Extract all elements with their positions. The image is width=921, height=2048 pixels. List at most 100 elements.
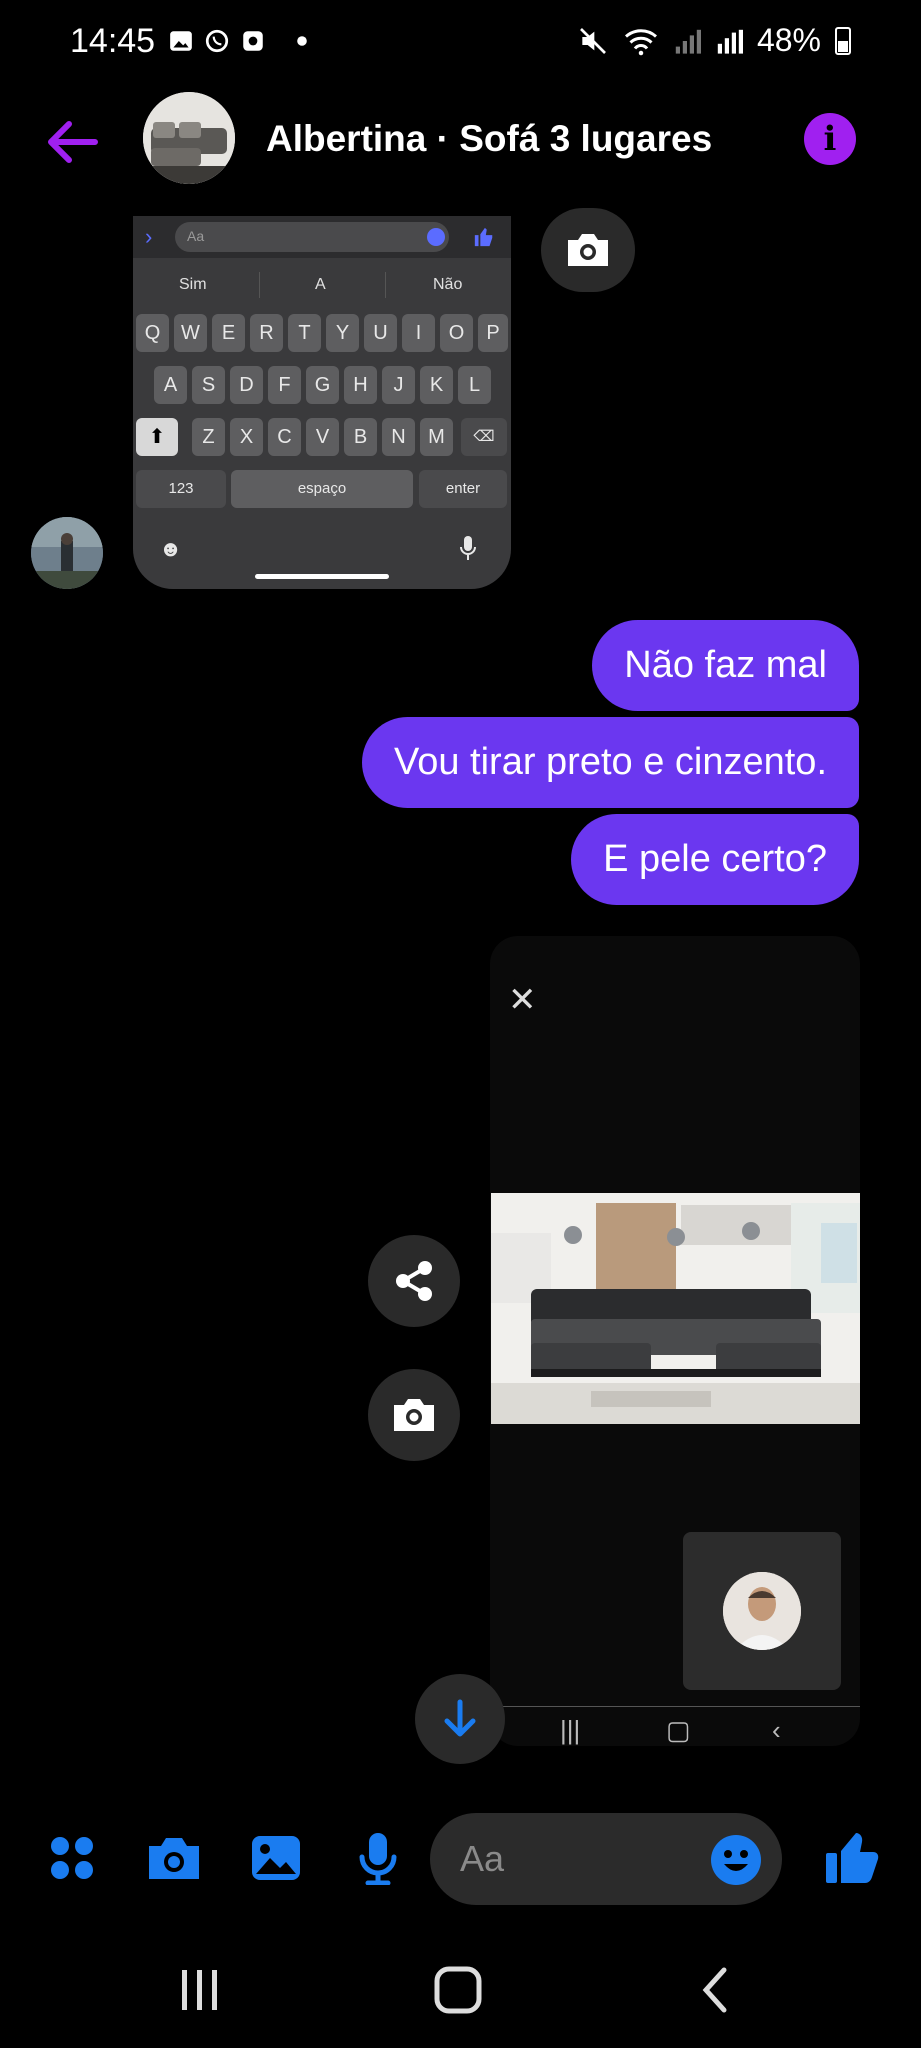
shot-key: A — [154, 366, 187, 404]
like-button[interactable] — [824, 1830, 880, 1886]
shot-key: M — [420, 418, 453, 456]
shot-key: T — [288, 314, 321, 352]
shot-backspace-key: ⌫ — [461, 418, 507, 456]
status-time: 14:45 — [70, 22, 156, 60]
gallery-button[interactable] — [248, 1830, 304, 1886]
mini-home-icon: ▢ — [666, 1715, 691, 1745]
shot-divider — [385, 272, 386, 298]
shot-key: I — [402, 314, 435, 352]
person-photo — [723, 1572, 801, 1650]
emoji-button[interactable] — [710, 1834, 762, 1886]
shot-key: R — [250, 314, 283, 352]
shot-like-icon — [474, 227, 493, 247]
message-input-placeholder: Aa — [460, 1838, 505, 1879]
sofa-photo — [491, 1193, 860, 1424]
shot-key: X — [230, 418, 263, 456]
close-icon: ✕ — [508, 981, 537, 1019]
shot-composer-bar: › Aa — [133, 216, 511, 258]
dot-icon — [297, 36, 307, 46]
image-icon — [252, 1836, 300, 1880]
smiley-icon — [711, 1835, 761, 1885]
composer-camera-button[interactable] — [146, 1830, 202, 1886]
camera-button-2[interactable] — [368, 1369, 460, 1461]
contact-avatar[interactable] — [143, 92, 235, 184]
sender-avatar[interactable] — [31, 517, 103, 589]
apps-grid-icon — [51, 1837, 93, 1879]
mini-recents-icon: ||| — [560, 1715, 581, 1745]
whatsapp-icon — [205, 29, 229, 53]
share-button[interactable] — [368, 1235, 460, 1327]
signal-r-icon — [717, 29, 743, 54]
shot-key: Q — [136, 314, 169, 352]
home-button[interactable] — [418, 1960, 498, 2020]
signal-icon — [675, 29, 701, 54]
shot-key: W — [174, 314, 207, 352]
share-icon — [396, 1261, 432, 1301]
shot-key: J — [382, 366, 415, 404]
received-image[interactable]: › Aa Sim A Não Q W E R T Y U I O P A S D… — [133, 216, 511, 589]
mini-nav-divider — [500, 1706, 860, 1707]
app-notification-icon — [243, 31, 263, 51]
shot-input: Aa — [175, 222, 449, 252]
microphone-icon — [359, 1833, 397, 1885]
shot-key: S — [192, 366, 225, 404]
shot-emoji-icon — [427, 228, 445, 246]
home-icon — [434, 1966, 482, 2014]
back-arrow-icon — [48, 121, 98, 163]
shot-home-indicator — [255, 574, 389, 579]
shot-key: P — [478, 314, 508, 352]
shot-suggestion: Não — [433, 276, 463, 293]
shot-shift-key: ⬆ — [136, 418, 178, 456]
shot-suggestion: Sim — [179, 276, 207, 293]
shot-suggestion: A — [315, 276, 326, 293]
shot-key: G — [306, 366, 339, 404]
shot-key: Z — [192, 418, 225, 456]
shot-key: L — [458, 366, 491, 404]
sofa-thumbnail — [143, 92, 235, 184]
back-button[interactable] — [40, 110, 104, 174]
shot-mic-icon — [460, 536, 476, 560]
shot-key: B — [344, 418, 377, 456]
shot-key: V — [306, 418, 339, 456]
shot-enter-key: enter — [419, 470, 507, 508]
shot-key: C — [268, 418, 301, 456]
shot-key: N — [382, 418, 415, 456]
pip-avatar — [723, 1572, 801, 1650]
shot-key: D — [230, 366, 263, 404]
camera-button[interactable] — [541, 208, 635, 292]
scroll-to-bottom-button[interactable] — [415, 1674, 505, 1764]
info-button[interactable]: i — [804, 113, 856, 165]
system-back-button[interactable] — [676, 1960, 756, 2020]
conversation-title[interactable]: Albertina · Sofá 3 lugares — [266, 118, 712, 160]
shot-space-key: espaço — [231, 470, 413, 508]
status-right: 48% — [577, 22, 851, 59]
arrow-down-icon — [444, 1699, 476, 1737]
sent-message[interactable]: E pele certo? — [571, 814, 859, 905]
shot-key: U — [364, 314, 397, 352]
battery-icon — [835, 26, 851, 55]
chevron-left-icon — [702, 1967, 727, 2013]
wifi-icon — [624, 28, 657, 55]
thumbs-up-icon — [826, 1833, 879, 1883]
sofa-image[interactable] — [491, 1193, 860, 1424]
recents-button[interactable] — [160, 1960, 240, 2020]
shot-key: E — [212, 314, 245, 352]
shot-key: H — [344, 366, 377, 404]
sender-photo — [31, 517, 103, 589]
video-pip[interactable] — [683, 1532, 841, 1690]
gallery-icon — [170, 31, 192, 51]
battery-percent: 48% — [756, 22, 821, 58]
voice-message-button[interactable] — [350, 1830, 406, 1886]
info-icon: i — [823, 119, 837, 159]
more-actions-button[interactable] — [44, 1830, 100, 1886]
shot-chevron-icon: › — [145, 224, 153, 249]
shot-key: Y — [326, 314, 359, 352]
sent-message[interactable]: Vou tirar preto e cinzento. — [361, 717, 859, 808]
shot-emoji-key-icon: ☻ — [159, 536, 183, 561]
mini-back-icon: ‹ — [772, 1715, 781, 1745]
sent-message[interactable]: Não faz mal — [592, 620, 859, 711]
recents-icon — [182, 1970, 217, 2010]
shot-key: F — [268, 366, 301, 404]
shot-key: O — [440, 314, 473, 352]
shot-key-123: 123 — [136, 470, 226, 508]
